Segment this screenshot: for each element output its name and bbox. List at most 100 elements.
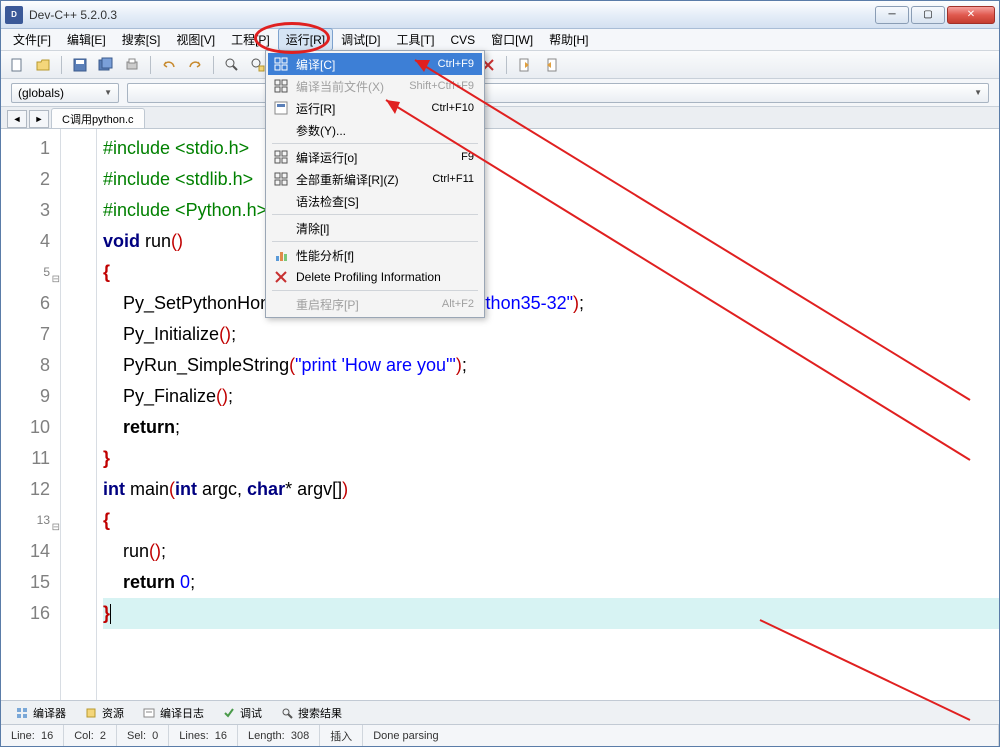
code-line[interactable]: int main(int argc, char* argv[]) xyxy=(103,474,999,505)
grid-icon xyxy=(272,171,290,187)
menu-item-label: 参数(Y)... xyxy=(296,122,468,139)
status-sel: Sel: 0 xyxy=(117,725,169,746)
menu-item[interactable]: 帮助[H] xyxy=(541,28,596,51)
menu-item: 编译当前文件(X) Shift+Ctrl+F9 xyxy=(268,75,482,97)
scope-bar: (globals) ▼ ▼ xyxy=(1,79,999,107)
code-line[interactable]: { xyxy=(103,505,999,536)
output-tab[interactable]: 搜索结果 xyxy=(272,702,350,724)
menu-item-shortcut: F9 xyxy=(461,151,474,163)
code-line[interactable]: #include <stdio.h> xyxy=(103,133,999,164)
menu-item[interactable]: 参数(Y)... xyxy=(268,119,482,141)
code-line[interactable]: PyRun_SimpleString("print 'How are you'"… xyxy=(103,350,999,381)
close-button[interactable]: ✕ xyxy=(947,6,995,24)
code-line[interactable]: #include <stdlib.h> xyxy=(103,164,999,195)
app-icon: D xyxy=(5,6,23,24)
code-line[interactable]: } xyxy=(103,443,999,474)
menu-item[interactable]: 调试[D] xyxy=(333,28,388,51)
tab-next-button[interactable]: ► xyxy=(29,110,49,128)
toolbar xyxy=(1,51,999,79)
code-line[interactable]: Py_SetPythonHome("C:\Programs\Python\Pyt… xyxy=(103,288,999,319)
menu-item[interactable]: 编辑[E] xyxy=(59,28,114,51)
menu-item[interactable]: 全部重新编译[R](Z) Ctrl+F11 xyxy=(268,168,482,190)
tab-icon xyxy=(84,706,98,720)
blank-icon xyxy=(272,220,290,236)
back-button[interactable] xyxy=(541,55,561,75)
redo-button[interactable] xyxy=(185,55,205,75)
new-file-button[interactable] xyxy=(7,55,27,75)
menu-item-label: 全部重新编译[R](Z) xyxy=(296,171,426,188)
status-col: Col: 2 xyxy=(64,725,117,746)
tab-icon xyxy=(15,706,29,720)
code-line[interactable]: void run() xyxy=(103,226,999,257)
output-tabbar: 编译器资源编译日志调试搜索结果 xyxy=(1,700,999,724)
tab-icon xyxy=(280,706,294,720)
menu-item[interactable]: Delete Profiling Information xyxy=(268,266,482,288)
code-line[interactable]: Py_Initialize(); xyxy=(103,319,999,350)
find-button[interactable] xyxy=(222,55,242,75)
code-line[interactable]: #include <Python.h> xyxy=(103,195,999,226)
goto-button[interactable] xyxy=(515,55,535,75)
output-tab[interactable]: 编译日志 xyxy=(134,702,212,724)
menu-item-shortcut: Ctrl+F9 xyxy=(438,58,474,70)
tab-file[interactable]: C调用python.c xyxy=(51,108,145,128)
window-title: Dev-C++ 5.2.0.3 xyxy=(29,8,875,22)
menu-item-label: Delete Profiling Information xyxy=(296,270,468,284)
member-combo[interactable]: ▼ xyxy=(127,83,989,103)
menu-item-shortcut: Ctrl+F11 xyxy=(432,173,474,185)
open-button[interactable] xyxy=(33,55,53,75)
titlebar: D Dev-C++ 5.2.0.3 ─ ▢ ✕ xyxy=(1,1,999,29)
menu-item[interactable]: 视图[V] xyxy=(168,28,223,51)
menu-item[interactable]: 语法检查[S] xyxy=(268,190,482,212)
save-button[interactable] xyxy=(70,55,90,75)
menu-item[interactable]: 编译[C] Ctrl+F9 xyxy=(268,53,482,75)
line-gutter: 12345678910111213141516 xyxy=(1,129,61,700)
status-length: Length: 308 xyxy=(238,725,320,746)
editor-tabbar: ◄ ► C调用python.c xyxy=(1,107,999,129)
status-insert: 插入 xyxy=(320,725,363,746)
code-area[interactable]: #include <stdio.h>#include <stdlib.h>#in… xyxy=(97,129,999,700)
save-all-button[interactable] xyxy=(96,55,116,75)
menu-item[interactable]: 工具[T] xyxy=(388,28,442,51)
code-line[interactable]: { xyxy=(103,257,999,288)
menu-item-label: 编译运行[o] xyxy=(296,149,455,166)
menu-item[interactable]: 性能分析[f] xyxy=(268,244,482,266)
menu-item[interactable]: 文件[F] xyxy=(5,28,59,51)
blank-icon xyxy=(272,122,290,138)
code-line[interactable]: } xyxy=(103,598,999,629)
menu-item-shortcut: Alt+F2 xyxy=(442,298,474,310)
menu-item[interactable]: 工程[P] xyxy=(223,28,278,51)
menu-item-label: 语法检查[S] xyxy=(296,193,468,210)
output-tab[interactable]: 资源 xyxy=(76,702,132,724)
print-button[interactable] xyxy=(122,55,142,75)
chevron-down-icon: ▼ xyxy=(104,88,112,97)
chart-icon xyxy=(272,247,290,263)
code-line[interactable]: Py_Finalize(); xyxy=(103,381,999,412)
window-buttons: ─ ▢ ✕ xyxy=(875,6,995,24)
editor[interactable]: 12345678910111213141516 #include <stdio.… xyxy=(1,129,999,700)
code-line[interactable]: return 0; xyxy=(103,567,999,598)
fold-margin xyxy=(61,129,97,700)
scope-combo[interactable]: (globals) ▼ xyxy=(11,83,119,103)
menu-item[interactable]: 搜索[S] xyxy=(114,28,169,51)
undo-button[interactable] xyxy=(159,55,179,75)
code-line[interactable]: run(); xyxy=(103,536,999,567)
grid-icon xyxy=(272,78,290,94)
menu-item-shortcut: Ctrl+F10 xyxy=(432,102,475,114)
minimize-button[interactable]: ─ xyxy=(875,6,909,24)
tab-icon xyxy=(222,706,236,720)
menu-item[interactable]: 窗口[W] xyxy=(483,28,541,51)
menu-item[interactable]: 运行[R] Ctrl+F10 xyxy=(268,97,482,119)
output-tab[interactable]: 调试 xyxy=(214,702,270,724)
menu-item-label: 重启程序[P] xyxy=(296,296,436,313)
maximize-button[interactable]: ▢ xyxy=(911,6,945,24)
tab-prev-button[interactable]: ◄ xyxy=(7,110,27,128)
menu-item[interactable]: 运行[R] xyxy=(278,28,333,51)
code-line[interactable]: return; xyxy=(103,412,999,443)
menu-item[interactable]: 编译运行[o] F9 xyxy=(268,146,482,168)
output-tab[interactable]: 编译器 xyxy=(7,702,74,724)
menu-item[interactable]: CVS xyxy=(442,30,483,50)
menu-item-shortcut: Shift+Ctrl+F9 xyxy=(409,80,474,92)
statusbar: Line: 16 Col: 2 Sel: 0 Lines: 16 Length:… xyxy=(1,724,999,746)
menu-item[interactable]: 清除[l] xyxy=(268,217,482,239)
menu-item-label: 清除[l] xyxy=(296,220,468,237)
